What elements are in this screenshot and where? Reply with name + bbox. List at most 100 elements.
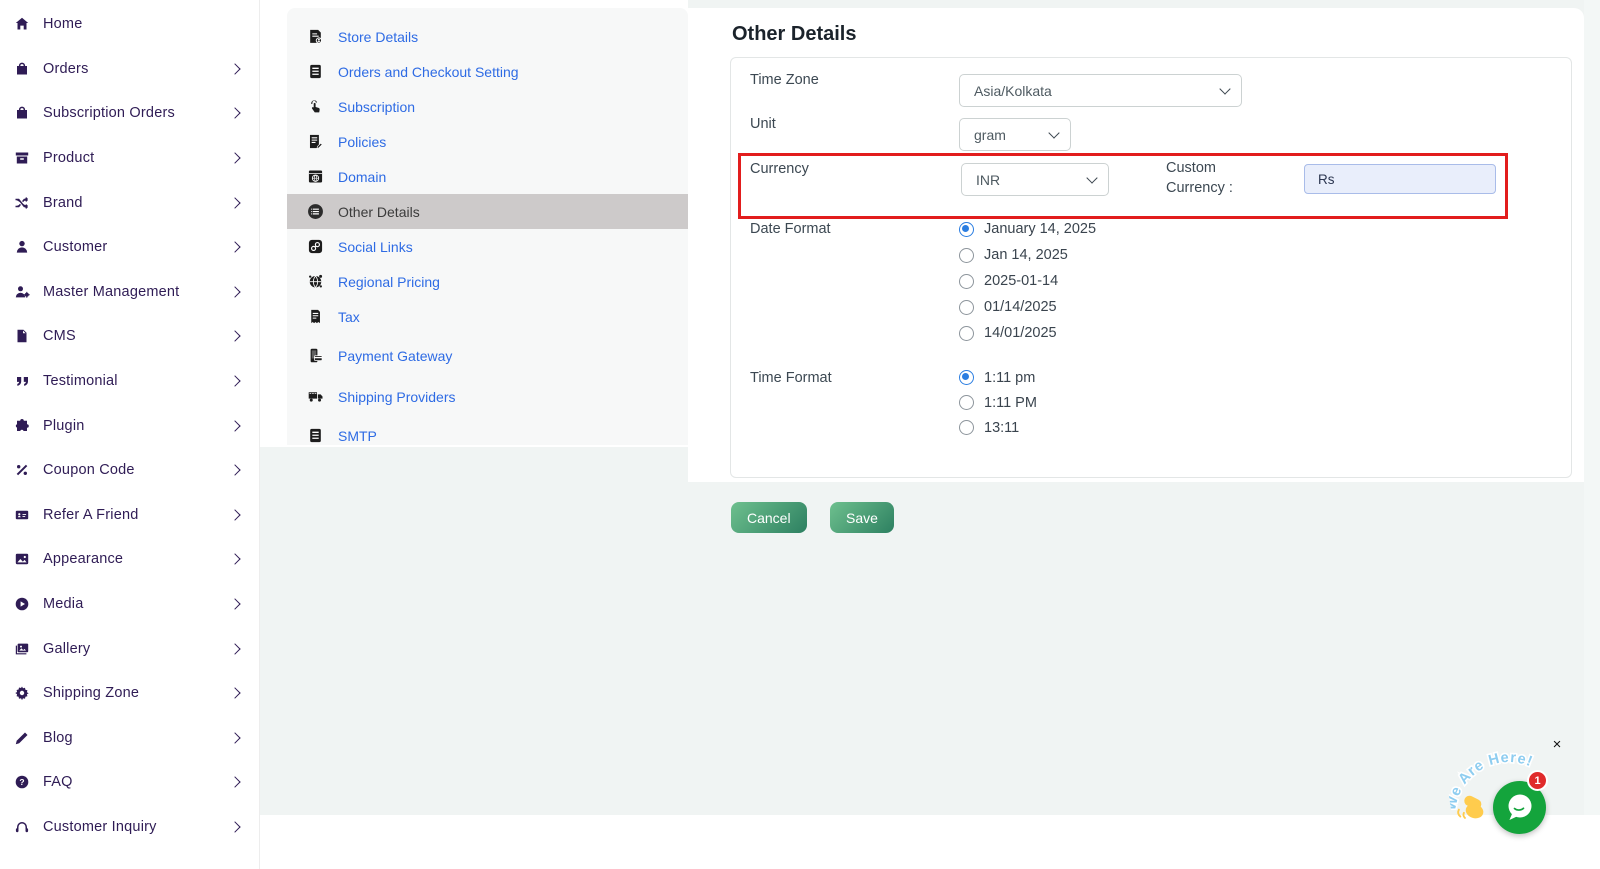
sidebar-item-blog[interactable]: Blog — [0, 716, 259, 761]
sidebar-item-label: Home — [43, 16, 82, 32]
sidebar-item-label: Testimonial — [43, 373, 118, 389]
date-format-option-1[interactable]: January 14, 2025 — [959, 216, 1096, 242]
waving-hand-icon — [1450, 792, 1492, 834]
settings-item-subscription[interactable]: Subscription — [287, 89, 688, 124]
sidebar-item-media[interactable]: Media — [0, 582, 259, 627]
radio-selected-icon — [959, 370, 974, 385]
sidebar-item-faq[interactable]: ? FAQ — [0, 760, 259, 805]
social-links-chain-icon — [305, 237, 325, 257]
radio-icon — [959, 300, 974, 315]
regional-pricing-globe-icon — [305, 272, 325, 292]
unit-label: Unit — [750, 116, 776, 132]
sidebar-item-label: Media — [43, 596, 84, 612]
orders-checkout-list-icon — [305, 62, 325, 82]
time-format-option-1[interactable]: 1:11 pm — [959, 365, 1037, 390]
chevron-right-icon — [229, 777, 240, 788]
date-format-option-5[interactable]: 14/01/2025 — [959, 320, 1096, 346]
settings-item-smtp[interactable]: SMTP — [287, 418, 688, 453]
settings-item-label: Regional Pricing — [338, 274, 440, 290]
settings-item-policies[interactable]: Policies — [287, 124, 688, 159]
sidebar-item-home[interactable]: Home — [0, 2, 259, 47]
settings-item-payment-gateway[interactable]: Payment Gateway — [287, 338, 688, 373]
settings-menu: Store Details Orders and Checkout Settin… — [287, 8, 688, 445]
settings-item-label: Tax — [338, 309, 360, 325]
product-box-icon — [12, 149, 32, 167]
sidebar-item-product[interactable]: Product — [0, 136, 259, 181]
settings-item-label: Policies — [338, 134, 386, 150]
sidebar-item-testimonial[interactable]: Testimonial — [0, 359, 259, 404]
chat-close-icon[interactable]: × — [1549, 737, 1565, 753]
chevron-down-icon — [1048, 127, 1059, 138]
custom-currency-input[interactable] — [1304, 164, 1496, 194]
refer-friend-card-icon — [12, 506, 32, 524]
faq-question-icon: ? — [12, 773, 32, 791]
sidebar-item-refer-a-friend[interactable]: Refer A Friend — [0, 493, 259, 538]
footer-strip — [260, 815, 1600, 869]
cancel-button[interactable]: Cancel — [731, 502, 807, 533]
sidebar-item-plugin[interactable]: Plugin — [0, 403, 259, 448]
time-format-option-3[interactable]: 13:11 — [959, 415, 1037, 440]
date-format-option-3[interactable]: 2025-01-14 — [959, 268, 1096, 294]
sidebar-item-cms[interactable]: CMS — [0, 314, 259, 359]
radio-icon — [959, 420, 974, 435]
brand-shuffle-icon — [12, 194, 32, 212]
date-format-option-2[interactable]: Jan 14, 2025 — [959, 242, 1096, 268]
settings-item-label: Social Links — [338, 239, 413, 255]
sidebar-item-label: Plugin — [43, 418, 85, 434]
sidebar-item-appearance[interactable]: Appearance — [0, 537, 259, 582]
sidebar-item-master-management[interactable]: Master Management — [0, 270, 259, 315]
settings-item-tax[interactable]: Tax — [287, 299, 688, 334]
sidebar-item-gallery[interactable]: Gallery — [0, 626, 259, 671]
settings-item-social-links[interactable]: Social Links — [287, 229, 688, 264]
customer-person-icon — [12, 238, 32, 256]
save-button[interactable]: Save — [830, 502, 894, 533]
subscription-orders-bag-icon — [12, 104, 32, 122]
store-details-doc-icon — [305, 27, 325, 47]
right-gutter — [1584, 0, 1600, 815]
chevron-right-icon — [229, 598, 240, 609]
sidebar-item-customer[interactable]: Customer — [0, 225, 259, 270]
unit-value: gram — [974, 127, 1040, 143]
time-format-radio-group: 1:11 pm 1:11 PM 13:11 — [959, 365, 1037, 440]
custom-currency-label: Custom Currency : — [1166, 158, 1260, 198]
currency-select[interactable]: INR — [961, 163, 1109, 196]
date-format-radio-group: January 14, 2025 Jan 14, 2025 2025-01-14… — [959, 216, 1096, 346]
sidebar-item-label: Customer Inquiry — [43, 819, 157, 835]
settings-item-shipping-providers[interactable]: Shipping Providers — [287, 379, 688, 414]
chevron-right-icon — [229, 63, 240, 74]
time-format-option-2[interactable]: 1:11 PM — [959, 390, 1037, 415]
master-management-person-gear-icon — [12, 283, 32, 301]
settings-item-store-details[interactable]: Store Details — [287, 19, 688, 54]
chevron-right-icon — [229, 821, 240, 832]
sidebar-item-coupon-code[interactable]: Coupon Code — [0, 448, 259, 493]
settings-item-label: SMTP — [338, 428, 377, 444]
customer-inquiry-headset-icon — [12, 818, 32, 836]
chevron-right-icon — [229, 688, 240, 699]
date-format-option-4[interactable]: 01/14/2025 — [959, 294, 1096, 320]
tax-receipt-icon — [305, 307, 325, 327]
sidebar-item-brand[interactable]: Brand — [0, 180, 259, 225]
sidebar-item-label: Shipping Zone — [43, 685, 139, 701]
media-play-icon — [12, 595, 32, 613]
testimonial-quote-icon — [12, 372, 32, 390]
settings-item-domain[interactable]: Domain — [287, 159, 688, 194]
settings-item-orders-checkout[interactable]: Orders and Checkout Setting — [287, 54, 688, 89]
timezone-label: Time Zone — [750, 72, 819, 88]
sidebar-item-orders[interactable]: Orders — [0, 47, 259, 92]
appearance-image-icon — [12, 550, 32, 568]
sidebar-item-customer-inquiry[interactable]: Customer Inquiry — [0, 805, 259, 850]
unit-select[interactable]: gram — [959, 118, 1071, 151]
chevron-right-icon — [229, 197, 240, 208]
settings-item-regional-pricing[interactable]: Regional Pricing — [287, 264, 688, 299]
timezone-select[interactable]: Asia/Kolkata — [959, 74, 1242, 107]
sidebar-item-subscription-orders[interactable]: Subscription Orders — [0, 91, 259, 136]
sidebar-item-label: Master Management — [43, 284, 179, 300]
settings-item-label: Other Details — [338, 204, 420, 220]
sidebar-item-label: Gallery — [43, 641, 90, 657]
radio-icon — [959, 395, 974, 410]
blog-pencil-icon — [12, 729, 32, 747]
svg-text:?: ? — [19, 777, 24, 787]
settings-item-other-details[interactable]: Other Details — [287, 194, 688, 229]
sidebar-item-shipping-zone[interactable]: Shipping Zone — [0, 671, 259, 716]
chevron-right-icon — [229, 286, 240, 297]
